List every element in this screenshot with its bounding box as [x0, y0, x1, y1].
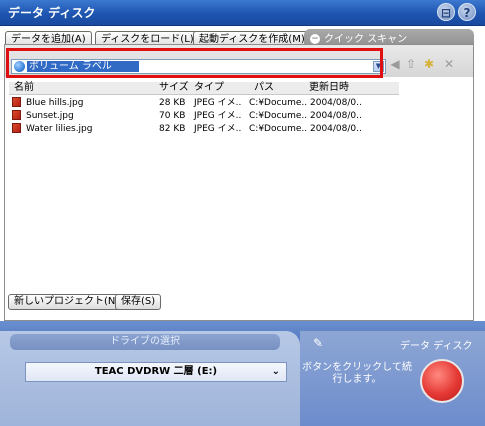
file-type: JPEG イメ.. — [194, 98, 242, 108]
image-file-icon — [12, 97, 21, 107]
help-icon[interactable]: ? — [458, 3, 476, 21]
column-size[interactable]: サイズ — [159, 82, 189, 94]
disk-icon[interactable]: ⊟ — [437, 3, 455, 21]
new-folder-icon[interactable]: ✱ — [422, 57, 436, 71]
minus-circle-icon: − — [310, 34, 320, 44]
file-row[interactable]: Sunset.jpg 70 KB JPEG イメ.. C:¥Docume.. 2… — [9, 110, 409, 122]
file-name: Sunset.jpg — [26, 111, 74, 121]
file-size: 70 KB — [159, 111, 186, 121]
file-name: Water lilies.jpg — [26, 124, 93, 134]
app-window: データ ディスク ⊟ ? データを追加(A) ディスクをロード(L) 起動ディス… — [0, 0, 485, 426]
file-name: Blue hills.jpg — [26, 98, 84, 108]
new-project-button[interactable]: 新しいプロジェクト(N) — [8, 294, 126, 310]
highlight-box — [6, 48, 383, 78]
column-date[interactable]: 更新日時 — [309, 82, 349, 94]
file-date: 2004/08/0.. — [310, 124, 362, 134]
file-type: JPEG イメ.. — [194, 111, 242, 121]
file-list-header: 名前 サイズ タイプ パス 更新日時 — [9, 82, 399, 95]
action-instruction: ボタンをクリックして続行します。 — [302, 362, 412, 385]
title-bar: データ ディスク ⊟ ? — [0, 0, 485, 26]
drive-select-value: TEAC DVDRW 二層 (E:) — [94, 366, 218, 377]
back-icon[interactable]: ◀ — [388, 57, 402, 71]
file-row[interactable]: Water lilies.jpg 82 KB JPEG イメ.. C:¥Docu… — [9, 123, 409, 135]
file-path: C:¥Docume.. — [249, 124, 308, 134]
image-file-icon — [12, 123, 21, 133]
file-path: C:¥Docume.. — [249, 111, 308, 121]
file-date: 2004/08/0.. — [310, 111, 362, 121]
file-path: C:¥Docume.. — [249, 98, 308, 108]
file-row[interactable]: Blue hills.jpg 28 KB JPEG イメ.. C:¥Docume… — [9, 97, 409, 109]
action-title: データ ディスク — [400, 341, 473, 352]
image-file-icon — [12, 110, 21, 120]
chevron-down-icon[interactable]: ⌄ — [272, 363, 280, 381]
drive-select[interactable]: TEAC DVDRW 二層 (E:) ⌄ — [25, 362, 287, 382]
file-size: 82 KB — [159, 124, 186, 134]
column-type[interactable]: タイプ — [194, 82, 224, 94]
wrench-icon[interactable]: ✎ — [313, 336, 327, 350]
file-size: 28 KB — [159, 98, 186, 108]
go-button[interactable] — [420, 359, 464, 403]
file-date: 2004/08/0.. — [310, 98, 362, 108]
window-title: データ ディスク — [8, 6, 96, 20]
file-type: JPEG イメ.. — [194, 124, 242, 134]
delete-icon[interactable]: ✕ — [442, 57, 456, 71]
drive-section-label: ドライブの選択 — [10, 334, 280, 350]
column-path[interactable]: パス — [254, 82, 274, 94]
save-button[interactable]: 保存(S) — [115, 294, 162, 310]
up-folder-icon[interactable]: ⇧ — [404, 57, 418, 71]
column-name[interactable]: 名前 — [14, 82, 34, 94]
